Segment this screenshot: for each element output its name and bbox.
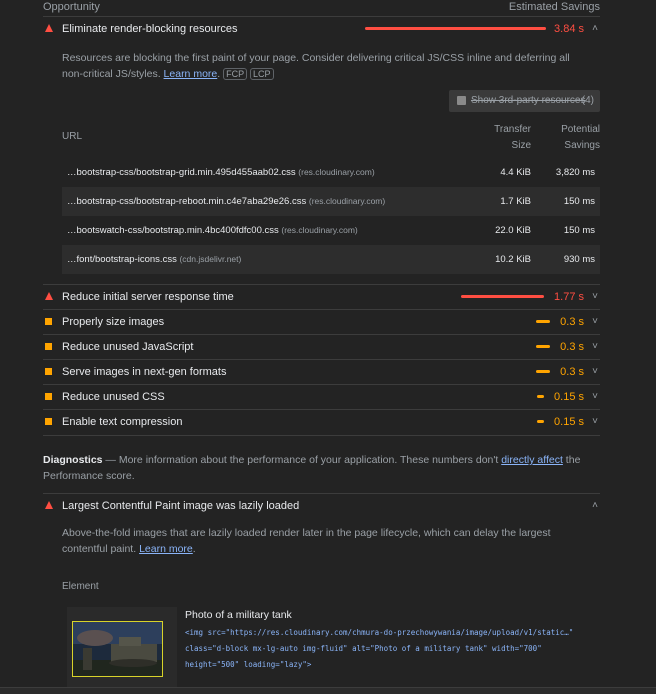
snippet-title: Photo of a military tank (185, 609, 292, 621)
col-transfer-1: Transfer (494, 124, 531, 135)
audit-savings: 0.3 s (560, 316, 584, 328)
fcp-chip: FCP (223, 68, 248, 80)
audit-row-server-response[interactable]: Reduce initial server response time 1.77… (43, 284, 600, 310)
audit-title: Reduce unused JavaScript (62, 341, 194, 353)
col-url: URL (62, 131, 83, 142)
fail-triangle-icon (45, 501, 53, 509)
chevron-down-icon[interactable]: ˅ (592, 416, 598, 427)
col-potential-1: Potential (561, 124, 600, 135)
third-party-label: Show 3rd-party resources (471, 95, 586, 106)
savings-bar (536, 345, 550, 348)
audit-title: Reduce unused CSS (62, 391, 165, 403)
element-thumbnail[interactable] (72, 621, 163, 677)
potential-savings: 930 ms (563, 254, 595, 265)
transfer-size: 10.2 KiB (495, 254, 531, 265)
chevron-down-icon[interactable]: ˅ (592, 316, 598, 327)
audit-savings: 0.15 s (554, 416, 584, 428)
resource-url[interactable]: …bootswatch-css/bootstrap.min.4bc400fdfc… (67, 225, 358, 236)
savings-bar (461, 295, 544, 298)
opportunity-header: Opportunity Estimated Savings (43, 0, 600, 16)
audit-title: Serve images in next-gen formats (62, 366, 227, 378)
table-row: …font/bootstrap-icons.css (cdn.jsdelivr.… (62, 245, 600, 274)
resource-url[interactable]: …font/bootstrap-icons.css (cdn.jsdelivr.… (67, 254, 241, 265)
col-potential-2: Savings (564, 140, 600, 151)
audit-row-render-blocking[interactable]: Eliminate render-blocking resources 3.84… (43, 16, 600, 42)
lcp-description: Above-the-fold images that are lazily lo… (62, 527, 551, 555)
opportunity-label: Opportunity (43, 1, 100, 13)
audit-savings: 0.3 s (560, 341, 584, 353)
savings-bar (537, 395, 544, 398)
chevron-down-icon[interactable]: ˅ (592, 391, 598, 402)
audit-row-next-gen[interactable]: Serve images in next-gen formats 0.3 s ˅ (43, 359, 600, 385)
directly-affect-link[interactable]: directly affect (501, 454, 563, 466)
audit-row-unused-css[interactable]: Reduce unused CSS 0.15 s ˅ (43, 384, 600, 410)
third-party-checkbox[interactable] (457, 96, 466, 105)
learn-more-link[interactable]: Learn more (139, 543, 193, 555)
audit-row-unused-js[interactable]: Reduce unused JavaScript 0.3 s ˅ (43, 334, 600, 360)
learn-more-link[interactable]: Learn more (164, 68, 218, 80)
table-row: …bootswatch-css/bootstrap.min.4bc400fdfc… (62, 216, 600, 245)
description-text: Resources are blocking the first paint o… (62, 52, 570, 80)
diagnostics-heading: Diagnostics (43, 454, 103, 466)
transfer-size: 1.7 KiB (500, 196, 531, 207)
savings-bar (537, 420, 544, 423)
average-square-icon (45, 343, 52, 350)
audit-savings: 0.15 s (554, 391, 584, 403)
potential-savings: 3,820 ms (555, 167, 595, 178)
average-square-icon (45, 318, 52, 325)
average-square-icon (45, 368, 52, 375)
average-square-icon (45, 418, 52, 425)
diagnostics-section: Diagnostics — More information about the… (43, 452, 600, 484)
audit-description: Resources are blocking the first paint o… (62, 52, 570, 80)
audit-title: Enable text compression (62, 416, 183, 428)
resource-url[interactable]: …bootstrap-css/bootstrap-reboot.min.c4e7… (67, 196, 385, 207)
audit-savings: 0.3 s (560, 366, 584, 378)
chevron-down-icon[interactable]: ˅ (592, 366, 598, 377)
col-transfer-2: Size (511, 140, 531, 151)
code-line: class="d-block mx-lg-auto img-fluid" alt… (185, 644, 542, 653)
table-header: URL Transfer Size Potential Savings (62, 122, 600, 154)
chevron-up-icon[interactable]: ˄ (592, 500, 598, 511)
third-party-filter[interactable]: Show 3rd-party resources (4) (449, 90, 600, 112)
resource-url[interactable]: …bootstrap-css/bootstrap-grid.min.495d45… (67, 167, 375, 178)
audit-title: Eliminate render-blocking resources (62, 23, 238, 35)
fail-triangle-icon (45, 292, 53, 300)
audit-row-size-images[interactable]: Properly size images 0.3 s ˅ (43, 309, 600, 335)
element-label: Element (62, 581, 99, 592)
savings-bar (536, 370, 550, 373)
audit-title: Largest Contentful Paint image was lazil… (62, 500, 300, 512)
diagnostics-text: — More information about the performance… (102, 454, 502, 466)
estimated-savings-label: Estimated Savings (508, 1, 600, 13)
table-row: …bootstrap-css/bootstrap-reboot.min.c4e7… (62, 187, 600, 216)
lcp-description-text: Above-the-fold images that are lazily lo… (62, 527, 551, 555)
transfer-size: 22.0 KiB (495, 225, 531, 236)
savings-bar (536, 320, 550, 323)
chevron-up-icon[interactable]: ˄ (592, 23, 598, 34)
transfer-size: 4.4 KiB (500, 167, 531, 178)
audit-row-lcp-lazy[interactable]: Largest Contentful Paint image was lazil… (43, 493, 600, 519)
audit-savings: 1.77 s (554, 291, 584, 303)
third-party-count: (4) (581, 95, 594, 106)
audit-row-text-compression[interactable]: Enable text compression 0.15 s ˅ (43, 409, 600, 436)
fail-triangle-icon (45, 24, 53, 32)
code-line: <img src="https://res.cloudinary.com/chm… (185, 628, 574, 637)
chevron-down-icon[interactable]: ˅ (592, 341, 598, 352)
potential-savings: 150 ms (563, 225, 595, 236)
savings-bar (365, 27, 546, 30)
audit-savings: 3.84 s (554, 23, 584, 35)
table-row: …bootstrap-css/bootstrap-grid.min.495d45… (62, 158, 600, 187)
potential-savings: 150 ms (563, 196, 595, 207)
lcp-chip: LCP (250, 68, 274, 80)
audit-title: Reduce initial server response time (62, 291, 234, 303)
audit-title: Properly size images (62, 316, 165, 328)
average-square-icon (45, 393, 52, 400)
code-line: height="500" loading="lazy"> (185, 660, 312, 669)
tank-photo-icon (73, 622, 162, 676)
chevron-down-icon[interactable]: ˅ (592, 291, 598, 302)
